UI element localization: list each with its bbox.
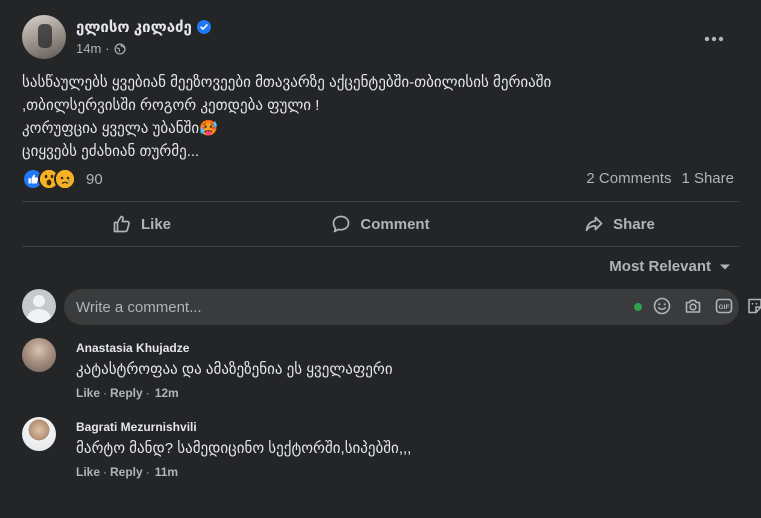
share-button[interactable]: Share bbox=[500, 203, 739, 245]
commenter-avatar[interactable] bbox=[22, 417, 56, 451]
action-bar: Like Comment Share bbox=[22, 203, 739, 245]
comment-time[interactable]: 11m bbox=[155, 465, 178, 479]
author-avatar[interactable] bbox=[22, 15, 66, 59]
smiley-icon[interactable] bbox=[652, 296, 672, 316]
commenter-name[interactable]: Bagrati Mezurnishvili bbox=[76, 420, 676, 434]
more-options-button[interactable] bbox=[701, 28, 727, 50]
comment-reply-link[interactable]: Reply bbox=[110, 386, 143, 400]
camera-icon[interactable] bbox=[683, 296, 703, 316]
comment-actions-separator: · bbox=[103, 386, 108, 400]
commenter-name[interactable]: Anastasia Khujadze bbox=[76, 341, 676, 355]
thumbs-up-icon bbox=[113, 215, 130, 233]
comment-reply-link[interactable]: Reply bbox=[110, 465, 143, 479]
facebook-post: ელისო კილაძე 14m · სასწაულებს ყვებიან მე… bbox=[0, 0, 761, 518]
like-button-label: Like bbox=[140, 215, 171, 233]
author-row: ელისო კილაძე bbox=[76, 18, 211, 36]
svg-text:GIF: GIF bbox=[719, 304, 730, 311]
reactions-summary[interactable]: 90 bbox=[22, 167, 103, 191]
divider bbox=[22, 246, 739, 247]
post-body: სასწაულებს ყვებიან მეეზოვეები მთავარზე ა… bbox=[22, 71, 742, 163]
post-header: ელისო კილაძე 14m · bbox=[22, 15, 211, 63]
comment-input[interactable] bbox=[76, 298, 496, 316]
comment-actions-separator: · bbox=[145, 465, 150, 479]
post-body-line: ციყვებს ეძახიან თურმე... bbox=[22, 143, 200, 160]
like-button[interactable]: Like bbox=[22, 203, 261, 245]
sort-label: Most Relevant bbox=[609, 258, 711, 275]
sad-reaction-icon bbox=[54, 168, 76, 190]
comment-sort-dropdown[interactable]: Most Relevant bbox=[609, 258, 731, 275]
comment-box[interactable]: GIF bbox=[64, 289, 761, 325]
comment-like-link[interactable]: Like bbox=[76, 386, 100, 400]
divider bbox=[22, 201, 739, 202]
post-stats: 2 Comments 1 Share bbox=[586, 170, 734, 187]
comment-actions: Like · Reply · 12m bbox=[76, 386, 179, 400]
comment-bubble-icon bbox=[333, 215, 350, 233]
globe-icon[interactable] bbox=[114, 42, 126, 55]
shares-count-link[interactable]: 1 Share bbox=[681, 170, 734, 187]
reaction-count: 90 bbox=[86, 170, 103, 188]
comment-button[interactable]: Comment bbox=[261, 203, 500, 245]
post-body-line: კორუფცია ყველა უბანში🥵 bbox=[22, 120, 218, 137]
share-button-label: Share bbox=[613, 215, 655, 233]
sticker-icon[interactable] bbox=[745, 296, 761, 316]
post-meta: 14m · bbox=[76, 41, 211, 56]
comment-text: კატასტროფაა და ამაზეზენია ეს ყველაფერი bbox=[76, 361, 393, 378]
meta-separator: · bbox=[105, 41, 110, 56]
more-horizontal-icon bbox=[704, 36, 724, 42]
post-body-line: ,თბილსერვისში როგორ კეთდება ფული ! bbox=[22, 97, 320, 114]
comments-count-link[interactable]: 2 Comments bbox=[586, 170, 671, 187]
online-status-dot bbox=[634, 303, 642, 311]
caret-down-icon bbox=[720, 264, 730, 269]
comment-actions-separator: · bbox=[145, 386, 150, 400]
post-time[interactable]: 14m bbox=[76, 41, 101, 56]
share-arrow-icon bbox=[585, 216, 603, 232]
comment-time[interactable]: 12m bbox=[155, 386, 179, 400]
verified-badge-icon bbox=[196, 20, 211, 34]
gif-icon[interactable]: GIF bbox=[714, 296, 734, 316]
comment-composer: GIF bbox=[22, 289, 761, 325]
composer-tools: GIF bbox=[652, 296, 761, 316]
post-header-text: ელისო კილაძე 14m · bbox=[76, 18, 211, 63]
post-body-line: სასწაულებს ყვებიან მეეზოვეები მთავარზე ა… bbox=[22, 74, 552, 91]
comment-actions-separator: · bbox=[103, 465, 108, 479]
comment-like-link[interactable]: Like bbox=[76, 465, 100, 479]
author-name[interactable]: ელისო კილაძე bbox=[76, 18, 192, 36]
comment-button-label: Comment bbox=[360, 215, 430, 233]
comment-actions: Like · Reply · 11m bbox=[76, 465, 178, 479]
comment-body: Anastasia Khujadze კატასტროფაა და ამაზეზ… bbox=[76, 341, 676, 378]
comment-text: მარტო მანდ? სამედიცინო სექტორში,სიპებში,… bbox=[76, 440, 412, 457]
current-user-avatar[interactable] bbox=[22, 289, 56, 323]
commenter-avatar[interactable] bbox=[22, 338, 56, 372]
comment-body: Bagrati Mezurnishvili მარტო მანდ? სამედი… bbox=[76, 420, 676, 457]
